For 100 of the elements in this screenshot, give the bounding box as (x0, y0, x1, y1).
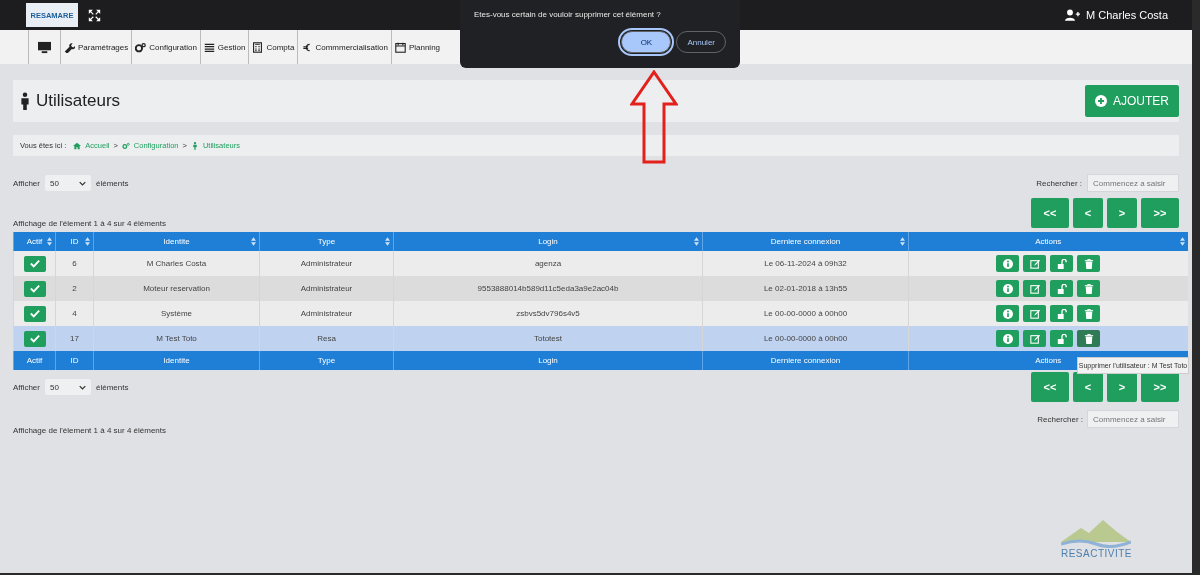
pagination-button[interactable]: << (1031, 198, 1069, 228)
fullscreen-icon[interactable] (88, 8, 101, 22)
table-cell: Le 06-11-2024 à 09h32 (702, 251, 909, 276)
entries-info: Affichage de l'élement 1 à 4 sur 4 éléments (13, 219, 167, 228)
add-button[interactable]: AJOUTER (1085, 85, 1179, 117)
delete-button[interactable] (1077, 255, 1101, 272)
check-icon (29, 334, 40, 343)
edit-button[interactable] (1023, 280, 1047, 297)
table-cell: Le 02-01-2018 à 13h55 (702, 276, 909, 301)
padlock-icon (1056, 283, 1067, 294)
column-footer: Type (259, 351, 394, 370)
pagination-button[interactable]: > (1107, 372, 1137, 402)
table-cell: M Charles Costa (93, 251, 260, 276)
pagination-button[interactable]: > (1107, 198, 1137, 228)
info-button[interactable] (996, 280, 1020, 297)
nav-tab[interactable]: Gestion (199, 30, 249, 64)
sort-icon (47, 237, 52, 246)
gears-icon (135, 41, 147, 53)
column-header[interactable]: Login (393, 232, 703, 251)
chevron-down-icon (79, 180, 86, 186)
padlock-icon (1056, 333, 1067, 344)
info-icon (1002, 333, 1013, 344)
ok-button[interactable]: OK (621, 31, 672, 53)
nav-tab[interactable]: Paramétrages (60, 30, 132, 64)
person-icon (20, 92, 30, 110)
calculator-icon (252, 41, 264, 53)
active-toggle[interactable] (23, 305, 46, 322)
chevron-down-icon (79, 384, 86, 390)
pagination-button[interactable]: < (1073, 198, 1103, 228)
info-button[interactable] (996, 305, 1020, 322)
check-icon (29, 284, 40, 293)
entries-info: Affichage de l'élement 1 à 4 sur 4 éléments (13, 426, 167, 435)
pagination-button[interactable]: >> (1141, 372, 1179, 402)
nav-tab[interactable]: Compta (248, 30, 298, 64)
cancel-button[interactable]: Annuler (676, 31, 726, 53)
nav-tab[interactable]: Planning (390, 30, 444, 64)
search-label: Rechercher : (1036, 178, 1082, 188)
sort-icon (900, 237, 905, 246)
table-cell: agenza (393, 251, 703, 276)
column-header[interactable]: Derniere connexion (702, 232, 909, 251)
delete-button[interactable] (1077, 280, 1101, 297)
column-footer: Login (393, 351, 703, 370)
trash-icon (1083, 333, 1094, 344)
table-cell: Le 00-00-0000 à 00h00 (702, 326, 909, 351)
page-size-select[interactable]: 50 (45, 175, 91, 191)
search-label: Rechercher : (1037, 414, 1083, 424)
table-cell: Resa (259, 326, 394, 351)
active-toggle[interactable] (23, 280, 46, 297)
column-header[interactable]: Actions (908, 232, 1188, 251)
page-size-select[interactable]: 50 (45, 379, 91, 395)
unlock-button[interactable] (1050, 280, 1074, 297)
active-toggle[interactable] (23, 330, 46, 347)
active-toggle[interactable] (23, 255, 46, 272)
edit-button[interactable] (1023, 330, 1047, 347)
home-icon (73, 141, 82, 150)
nav-tab[interactable]: Configuration (131, 30, 200, 64)
sort-icon (385, 237, 390, 246)
padlock-icon (1056, 258, 1067, 269)
footer-logo-text: RESACTIVITE (1060, 548, 1132, 559)
table-cell: Administrateur (259, 276, 394, 301)
trash-icon (1083, 308, 1094, 319)
info-icon (1002, 308, 1013, 319)
sort-icon (85, 237, 90, 246)
column-footer: ID (55, 351, 94, 370)
edit-icon (1029, 258, 1040, 269)
info-button[interactable] (996, 330, 1020, 347)
pagination-button[interactable]: >> (1141, 198, 1179, 228)
unlock-button[interactable] (1050, 330, 1074, 347)
info-button[interactable] (996, 255, 1020, 272)
pagination-button[interactable]: < (1073, 372, 1103, 402)
check-icon (29, 259, 40, 268)
person-icon (190, 141, 199, 150)
edit-button[interactable] (1023, 305, 1047, 322)
column-header[interactable]: Identite (93, 232, 260, 251)
table-cell: Administrateur (259, 301, 394, 326)
table-cell: 2 (55, 276, 94, 301)
column-header[interactable]: Type (259, 232, 394, 251)
list-icon (203, 41, 215, 53)
unlock-button[interactable] (1050, 305, 1074, 322)
table-cell: Administrateur (259, 251, 394, 276)
info-icon (1002, 283, 1013, 294)
column-header[interactable]: Actif (13, 232, 56, 251)
monitor-icon (37, 40, 52, 54)
search-field[interactable]: Commencez a saisir (1087, 174, 1179, 192)
column-header[interactable]: ID (55, 232, 94, 251)
entries-label: éléments (96, 382, 129, 392)
delete-button[interactable] (1077, 305, 1101, 322)
search-field[interactable]: Commencez a saisir (1087, 410, 1179, 428)
plus-circle-icon (1095, 95, 1107, 107)
unlock-button[interactable] (1050, 255, 1074, 272)
nav-tab[interactable]: Commmercialisation (297, 30, 391, 64)
calendar-icon (394, 41, 406, 53)
pagination-button[interactable]: << (1031, 372, 1069, 402)
table-cell: 4 (55, 301, 94, 326)
user-name[interactable]: M Charles Costa (1086, 9, 1168, 21)
delete-button[interactable] (1077, 330, 1101, 347)
table-cell: Moteur reservation (93, 276, 260, 301)
gears-icon (121, 141, 130, 150)
column-footer: Actif (13, 351, 56, 370)
edit-button[interactable] (1023, 255, 1047, 272)
